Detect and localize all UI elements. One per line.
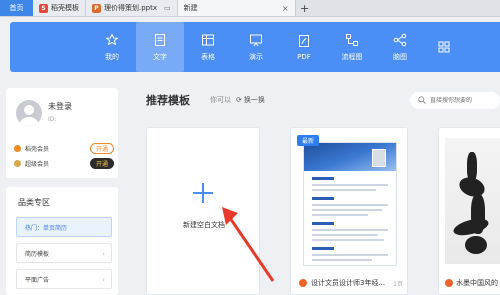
ribbon-label: 我的 <box>105 53 119 61</box>
doc-type-ribbon: 我的 文字 表格 演示 PDF 流程图 脑图 <box>10 22 500 72</box>
vip-row-docer: 稻壳会员 开通 <box>14 143 114 154</box>
ribbon-item-more[interactable] <box>424 22 464 72</box>
template-thumbnail <box>303 142 397 266</box>
chevron-right-icon: › <box>102 250 105 258</box>
user-name[interactable]: 未登录 <box>48 101 72 112</box>
vip-label: 超级会员 <box>25 161 50 168</box>
tab-bar: 首页 S 稻壳模板 P 理价得策划.pptx ▭ 新建 × + <box>0 0 500 17</box>
docer-icon <box>299 279 307 287</box>
grid-icon <box>436 39 452 55</box>
docer-icon: S <box>39 3 48 13</box>
tab-docer[interactable]: S 稻壳模板 <box>33 0 86 16</box>
docer-icon <box>445 279 453 287</box>
ribbon-item-writer[interactable]: 文字 <box>136 22 184 72</box>
section-title: 推荐模板 <box>146 94 190 107</box>
add-tab-button[interactable]: + <box>296 0 314 16</box>
template-card[interactable]: 水墨中国风的 <box>438 127 500 295</box>
monitor-icon[interactable]: ▭ <box>164 4 171 12</box>
ribbon-item-mindmap[interactable]: 脑图 <box>376 22 424 72</box>
template-card[interactable]: 设计文员设计师3年经... 1页 <box>290 127 408 295</box>
template-caption: 水墨中国风的 <box>445 278 498 288</box>
ribbon-label: 文字 <box>153 53 167 61</box>
vip-label: 稻壳会员 <box>25 146 50 153</box>
ribbon-item-presentation[interactable]: 演示 <box>232 22 280 72</box>
docer-vip-icon <box>14 145 21 152</box>
super-vip-icon <box>14 160 21 167</box>
hint-text: 你可以 <box>210 96 231 104</box>
ribbon-item-spreadsheet[interactable]: 表格 <box>184 22 232 72</box>
category-label: 热门：单页简历 <box>25 224 68 232</box>
flowchart-icon <box>344 32 360 48</box>
ribbon-label: 流程图 <box>341 53 363 61</box>
chevron-right-icon: › <box>102 276 105 284</box>
star-icon <box>104 32 120 48</box>
plus-icon <box>193 183 213 203</box>
ppt-icon: P <box>92 3 101 13</box>
mindmap-icon <box>392 32 408 48</box>
page-count: 1页 <box>393 280 403 288</box>
user-card: 未登录 ID: 稻壳会员 开通 超级会员 开通 <box>6 88 118 178</box>
ribbon-label: 脑图 <box>393 53 407 61</box>
table-icon <box>200 32 216 48</box>
presentation-icon <box>248 32 264 48</box>
user-id: ID: <box>48 116 57 123</box>
template-thumbnail <box>445 138 500 264</box>
category-item-hot-resume[interactable]: 热门：单页简历 <box>16 217 112 237</box>
pdf-icon <box>296 33 312 49</box>
vip-row-super: 超级会员 开通 <box>14 158 114 169</box>
open-super-vip-button[interactable]: 开通 <box>90 158 114 169</box>
ribbon-item-flowchart[interactable]: 流程图 <box>328 22 376 72</box>
search-icon <box>418 95 426 106</box>
tab-label: 新建 <box>183 4 198 12</box>
new-blank-document-card[interactable]: 新建空白文档 <box>146 127 260 295</box>
swap-label: 换一换 <box>243 96 265 104</box>
ribbon-item-mine[interactable]: 我的 <box>88 22 136 72</box>
new-blank-label: 新建空白文档 <box>183 221 225 229</box>
category-title: 品类专区 <box>18 198 50 207</box>
ribbon-label: 表格 <box>201 53 215 61</box>
template-caption: 设计文员设计师3年经... 1页 <box>299 278 403 288</box>
tab-new[interactable]: 新建 × <box>177 0 296 16</box>
refresh-icon: ⟳ <box>236 96 242 104</box>
new-badge: 最新 <box>297 135 319 146</box>
template-title: 设计文员设计师3年经... <box>311 279 386 287</box>
category-label: 简历模板 <box>25 250 50 258</box>
open-docer-vip-button[interactable]: 开通 <box>90 143 114 154</box>
category-label: 平面广告 <box>25 276 50 284</box>
category-panel: 品类专区 热门：单页简历 简历模板 › 平面广告 › <box>6 187 118 295</box>
category-item-resume[interactable]: 简历模板 › <box>16 243 112 263</box>
avatar[interactable] <box>16 100 42 126</box>
swap-button[interactable]: ⟳ 换一换 <box>236 95 265 105</box>
ribbon-label: 演示 <box>249 53 263 61</box>
close-icon[interactable]: × <box>282 4 289 13</box>
category-item-ads[interactable]: 平面广告 › <box>16 269 112 289</box>
ribbon-label: PDF <box>297 53 311 61</box>
search-input[interactable] <box>430 97 500 104</box>
template-search[interactable] <box>410 92 500 109</box>
tab-label: 理价得策划.pptx <box>104 4 157 12</box>
document-icon <box>152 32 168 48</box>
photo-placeholder <box>372 149 386 167</box>
tab-label: 稻壳模板 <box>51 4 79 12</box>
template-title: 水墨中国风的 <box>456 279 498 287</box>
ribbon-item-pdf[interactable]: PDF <box>280 22 328 72</box>
tab-pptx-file[interactable]: P 理价得策划.pptx ▭ <box>86 0 178 16</box>
tab-home[interactable]: 首页 <box>0 0 33 16</box>
